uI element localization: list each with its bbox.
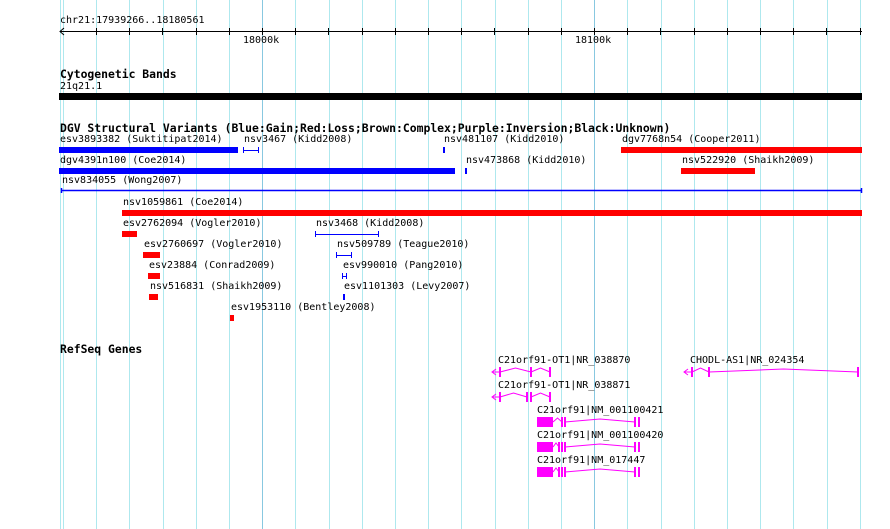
- exon: [499, 392, 501, 402]
- gene-label: C21orf91|NM_001100421: [537, 405, 664, 416]
- exon: [558, 467, 560, 477]
- exon: [526, 392, 528, 402]
- exon: [549, 367, 551, 377]
- gene-model[interactable]: [537, 417, 640, 427]
- exon: [638, 417, 640, 427]
- exon: [549, 392, 551, 402]
- exon: [564, 442, 566, 452]
- gene-label: C21orf91|NM_017447: [537, 455, 646, 466]
- gene-model[interactable]: [537, 442, 640, 452]
- gene-model[interactable]: [491, 392, 551, 402]
- exon: [708, 367, 710, 377]
- gene-model[interactable]: [683, 367, 859, 377]
- exon: [561, 417, 563, 427]
- exon: [857, 367, 859, 377]
- exon-utr-box: [537, 442, 553, 452]
- exon: [530, 392, 532, 402]
- exon: [634, 467, 636, 477]
- gene-label: CHODL-AS1|NR_024354: [690, 355, 805, 366]
- exon: [561, 467, 563, 477]
- gene-model[interactable]: [537, 467, 640, 477]
- gene-label: C21orf91-OT1|NR_038871: [498, 380, 631, 391]
- exon: [564, 467, 566, 477]
- gene-models: [491, 367, 859, 477]
- exon: [530, 367, 532, 377]
- gene-label: C21orf91-OT1|NR_038870: [498, 355, 631, 366]
- exon: [638, 467, 640, 477]
- gene-model[interactable]: [491, 367, 551, 377]
- intron-line: [683, 367, 859, 376]
- exon: [558, 442, 560, 452]
- gene-label: C21orf91|NM_001100420: [537, 430, 664, 441]
- genome-browser-panel: chr21:17939266..18180561 18000k 18100k C…: [0, 0, 890, 529]
- exon: [561, 442, 563, 452]
- exon: [638, 442, 640, 452]
- exon: [691, 367, 693, 377]
- exon: [564, 417, 566, 427]
- exon-utr-box: [537, 417, 553, 427]
- exon-utr-box: [537, 467, 553, 477]
- exon: [634, 417, 636, 427]
- exon: [634, 442, 636, 452]
- exon: [499, 367, 501, 377]
